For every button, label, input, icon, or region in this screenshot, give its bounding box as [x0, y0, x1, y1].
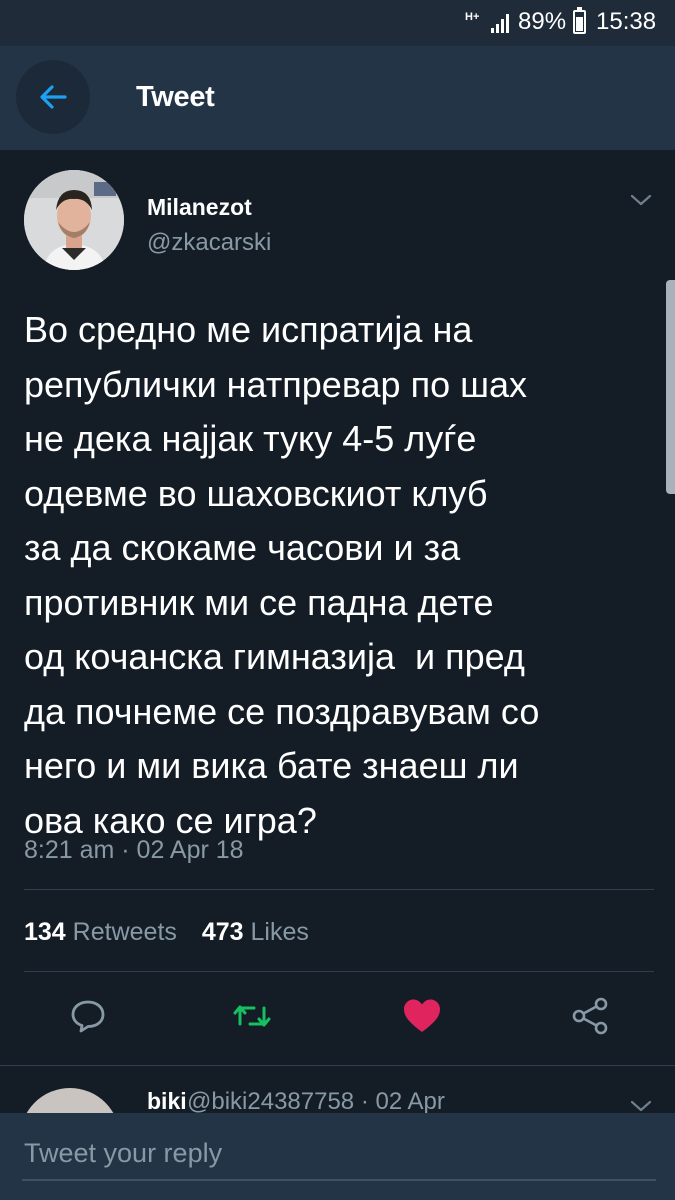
tweet-timestamp: 8:21 am · 02 Apr 18	[24, 836, 244, 864]
page-title: Tweet	[136, 81, 215, 113]
reply-button[interactable]	[68, 996, 108, 1036]
divider	[24, 889, 654, 890]
status-time: 15:38	[596, 8, 657, 35]
tweet-stats: 134 Retweets 473 Likes	[24, 918, 309, 947]
tweet-detail: Milanezot @zkacarski Во средно ме испрат…	[0, 150, 675, 1065]
reply-author-name[interactable]: biki	[147, 1088, 187, 1114]
share-icon	[572, 997, 608, 1035]
reply-author-meta: @biki24387758 · 02 Apr	[187, 1088, 445, 1114]
retweets-stat[interactable]: 134 Retweets	[24, 918, 184, 946]
like-button[interactable]	[402, 996, 442, 1036]
reply-input[interactable]	[22, 1127, 656, 1181]
retweet-icon	[233, 1005, 271, 1027]
reply-icon	[71, 1000, 105, 1033]
network-type-icon: H+	[465, 11, 480, 23]
avatar[interactable]	[20, 1088, 120, 1114]
share-button[interactable]	[571, 996, 611, 1036]
back-button[interactable]	[16, 60, 90, 134]
divider	[24, 971, 654, 972]
battery-icon	[573, 7, 586, 34]
arrow-left-icon	[40, 85, 67, 109]
likes-count: 473	[201, 918, 244, 946]
likes-stat[interactable]: 473 Likes	[202, 918, 309, 946]
tweet-text: Во средно ме испратија на републички нат…	[24, 309, 540, 841]
battery-percent: 89%	[518, 8, 567, 35]
author-handle[interactable]: @zkacarski	[147, 229, 271, 257]
scrollbar[interactable]	[666, 280, 675, 494]
signal-icon	[490, 12, 512, 34]
reply-preview[interactable]: biki @biki24387758 · 02 Apr	[0, 1065, 675, 1114]
chevron-down-icon[interactable]	[628, 1096, 654, 1114]
retweets-label: Retweets	[72, 918, 177, 946]
reply-bar	[0, 1113, 675, 1200]
chevron-down-icon[interactable]	[628, 190, 654, 210]
like-icon	[404, 999, 440, 1032]
retweets-count: 134	[24, 918, 66, 946]
avatar[interactable]	[24, 170, 124, 270]
author-name[interactable]: Milanezot	[147, 194, 252, 221]
status-bar: H+ 89% 15:38	[0, 0, 675, 46]
likes-label: Likes	[250, 918, 309, 946]
retweet-button[interactable]	[232, 996, 272, 1036]
app-header: Tweet	[0, 46, 675, 150]
